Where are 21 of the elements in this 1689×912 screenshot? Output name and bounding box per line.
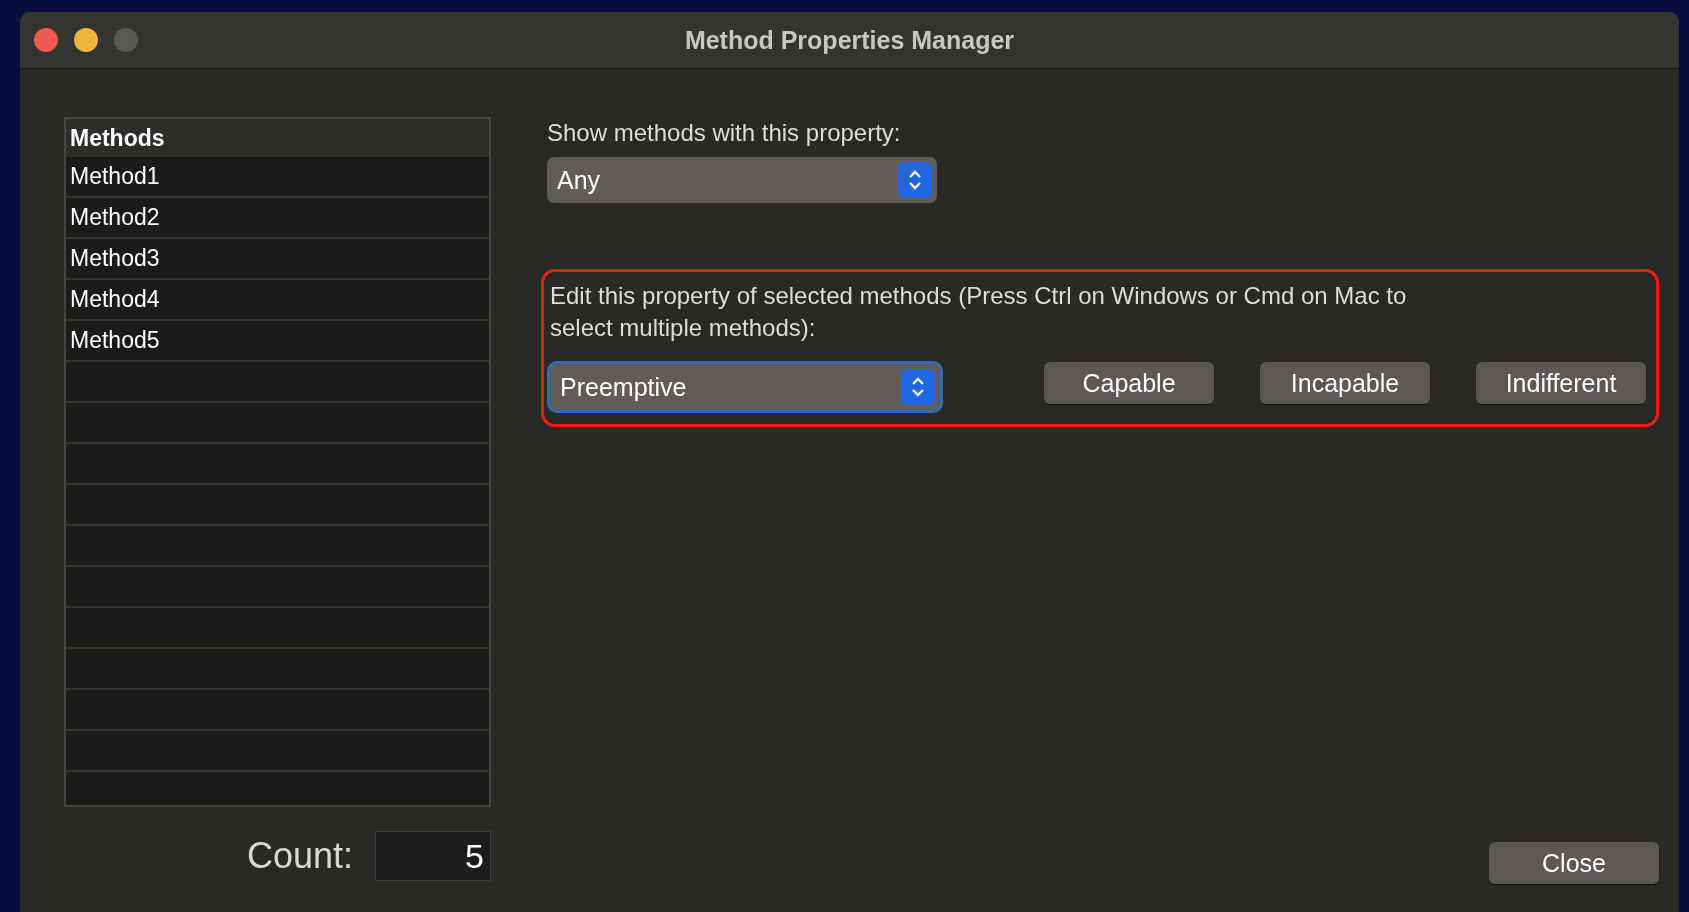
- list-item[interactable]: Method1: [66, 157, 489, 198]
- filter-label: Show methods with this property:: [547, 118, 902, 148]
- list-item[interactable]: Method3: [66, 239, 489, 280]
- window-title: Method Properties Manager: [684, 25, 1015, 55]
- stepper-icon: [898, 162, 932, 198]
- count-field[interactable]: 5: [375, 831, 491, 881]
- property-button[interactable]: Capable: [1044, 362, 1214, 404]
- edit-label: Edit this property of selected methods (Press Ctrl on Windows or Cmd on Mac to select multiple methods):: [550, 281, 1408, 343]
- minimize-icon[interactable]: [74, 28, 98, 52]
- list-item[interactable]: Method5: [66, 321, 489, 362]
- property-button[interactable]: Incapable: [1260, 362, 1430, 404]
- close-icon[interactable]: [34, 28, 58, 52]
- list-item[interactable]: Method2: [66, 198, 489, 239]
- stepper-icon: [901, 369, 935, 405]
- dropdown[interactable]: Preemptive: [550, 364, 940, 410]
- property-button[interactable]: Indifferent: [1476, 362, 1646, 404]
- dropdown[interactable]: Any: [547, 157, 937, 203]
- list-item[interactable]: Method4: [66, 280, 489, 321]
- count-label: Count:: [246, 835, 353, 877]
- column-header: Methods: [66, 119, 489, 157]
- close-button[interactable]: Close: [1489, 842, 1659, 884]
